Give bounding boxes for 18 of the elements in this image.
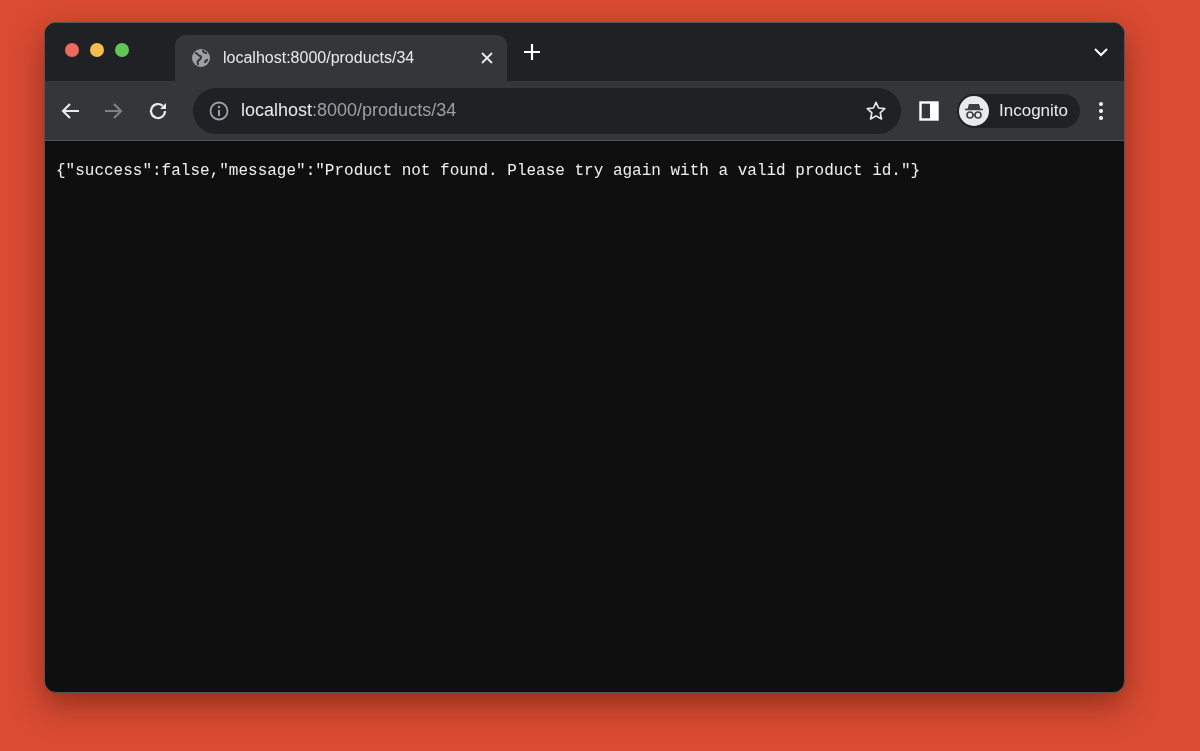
tab-title: localhost:8000/products/34 [223, 48, 416, 68]
close-window-button[interactable] [65, 43, 79, 57]
incognito-profile-button[interactable]: Incognito [957, 93, 1080, 128]
zoom-window-button[interactable] [115, 43, 129, 57]
browser-tab[interactable]: localhost:8000/products/34 [175, 35, 507, 81]
json-response-text: {"success":false,"message":"Product not found. Please try again with a valid product id."} [55, 161, 922, 182]
minimize-window-button[interactable] [90, 43, 104, 57]
globe-icon [191, 48, 211, 68]
bookmark-star-button[interactable] [865, 99, 887, 122]
address-bar[interactable]: localhost:8000/products/34 [193, 87, 901, 134]
new-tab-button[interactable] [523, 43, 541, 61]
url-text: localhost:8000/products/34 [241, 99, 458, 122]
info-icon [209, 100, 229, 121]
side-panel-button[interactable] [919, 100, 939, 121]
menu-button[interactable] [1098, 100, 1104, 121]
close-tab-button[interactable] [481, 52, 493, 64]
incognito-icon [959, 95, 989, 126]
tab-search-button[interactable] [1094, 47, 1108, 57]
